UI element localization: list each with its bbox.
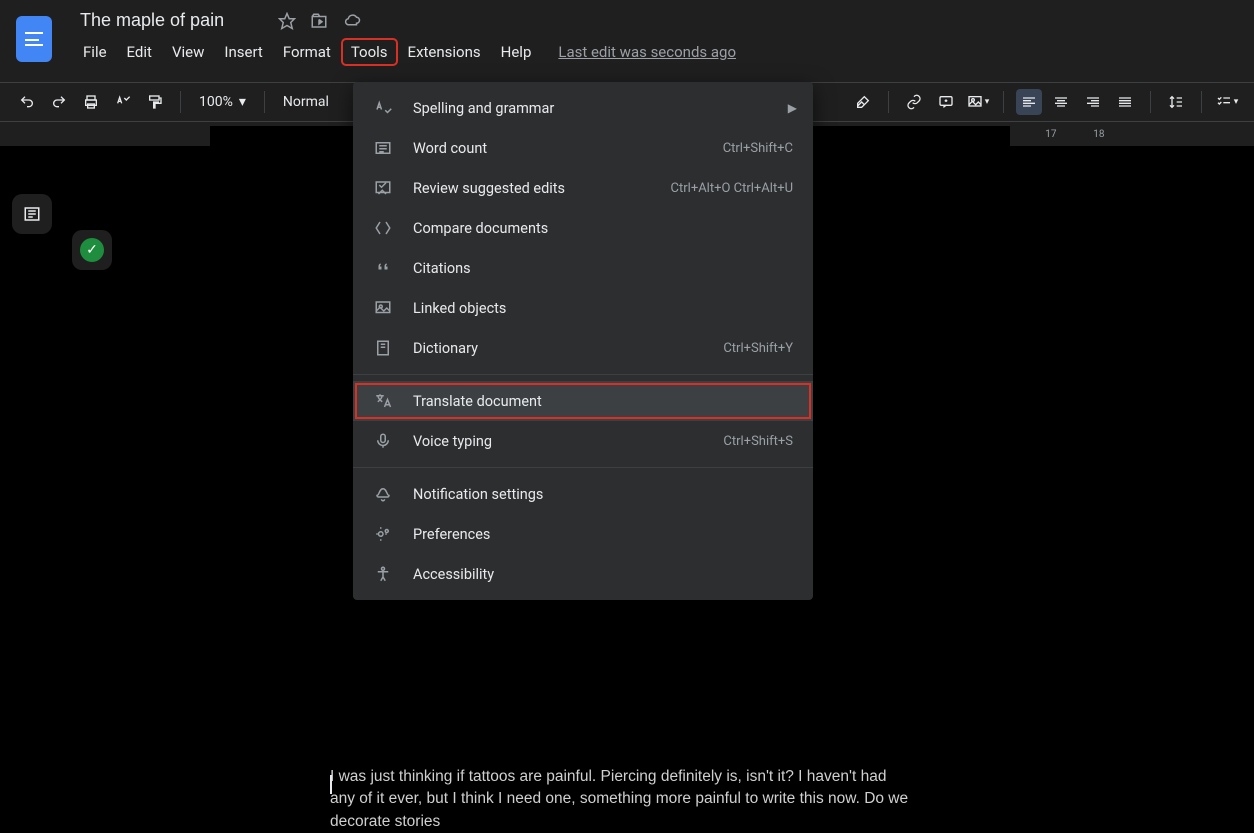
menu-help[interactable]: Help [492,39,541,65]
menu-linked-objects[interactable]: Linked objects [353,288,813,328]
menu-voice-typing[interactable]: Voice typing Ctrl+Shift+S [353,421,813,461]
align-left-button[interactable] [1016,89,1042,115]
compare-icon [373,218,393,238]
redo-button[interactable] [46,89,72,115]
gear-icon [373,524,393,544]
linked-icon [373,298,393,318]
docs-logo-icon[interactable] [16,16,52,62]
menu-word-count[interactable]: Word count Ctrl+Shift+C [353,128,813,168]
outline-toggle-button[interactable] [12,194,52,234]
menu-translate-document[interactable]: Translate document [353,381,813,421]
cloud-status-icon[interactable] [342,12,362,30]
document-title-input[interactable] [74,6,274,35]
insert-link-button[interactable] [901,89,927,115]
menu-spelling-grammar[interactable]: Spelling and grammar ▶ [353,88,813,128]
text-cursor [330,775,332,794]
status-check-badge[interactable]: ✓ [72,230,112,270]
accessibility-icon [373,564,393,584]
review-icon [373,178,393,198]
star-icon[interactable] [278,12,296,30]
menu-file[interactable]: File [74,39,116,65]
spellcheck-icon [373,98,393,118]
menu-tools[interactable]: Tools [342,39,397,65]
citations-icon [373,258,393,278]
align-center-button[interactable] [1048,89,1074,115]
menu-separator [353,467,813,468]
chevron-down-icon: ▾ [239,94,246,110]
check-circle-icon: ✓ [80,238,104,262]
print-button[interactable] [78,89,104,115]
menu-review-suggested[interactable]: Review suggested edits Ctrl+Alt+O Ctrl+A… [353,168,813,208]
menu-format[interactable]: Format [274,39,340,65]
paint-format-button[interactable] [142,89,168,115]
menu-insert[interactable]: Insert [215,39,271,65]
menu-accessibility[interactable]: Accessibility [353,554,813,594]
document-text: I was just thinking if tattoos are painf… [330,768,908,830]
menu-dictionary[interactable]: Dictionary Ctrl+Shift+Y [353,328,813,368]
wordcount-icon [373,138,393,158]
bell-icon [373,484,393,504]
translate-icon [373,391,393,411]
align-justify-button[interactable] [1112,89,1138,115]
highlight-color-button[interactable] [850,89,876,115]
menu-preferences[interactable]: Preferences [353,514,813,554]
last-edit-link[interactable]: Last edit was seconds ago [558,43,736,61]
menu-notification-settings[interactable]: Notification settings [353,474,813,514]
dictionary-icon [373,338,393,358]
app-header: File Edit View Insert Format Tools Exten… [0,0,1254,82]
menu-extensions[interactable]: Extensions [399,39,490,65]
zoom-select[interactable]: 100%▾ [193,94,252,110]
menu-citations[interactable]: Citations [353,248,813,288]
microphone-icon [373,431,393,451]
align-right-button[interactable] [1080,89,1106,115]
menu-separator [353,374,813,375]
insert-comment-button[interactable] [933,89,959,115]
undo-button[interactable] [14,89,40,115]
checklist-button[interactable]: ▾ [1214,89,1240,115]
submenu-arrow-icon: ▶ [788,101,797,115]
tools-dropdown: Spelling and grammar ▶ Word count Ctrl+S… [353,82,813,600]
line-spacing-button[interactable] [1163,89,1189,115]
menu-compare-documents[interactable]: Compare documents [353,208,813,248]
spellcheck-button[interactable] [110,89,136,115]
menu-edit[interactable]: Edit [118,39,161,65]
menu-view[interactable]: View [163,39,213,65]
insert-image-button[interactable]: ▾ [965,89,991,115]
move-icon[interactable] [310,12,328,30]
style-select[interactable]: Normal [277,94,335,110]
